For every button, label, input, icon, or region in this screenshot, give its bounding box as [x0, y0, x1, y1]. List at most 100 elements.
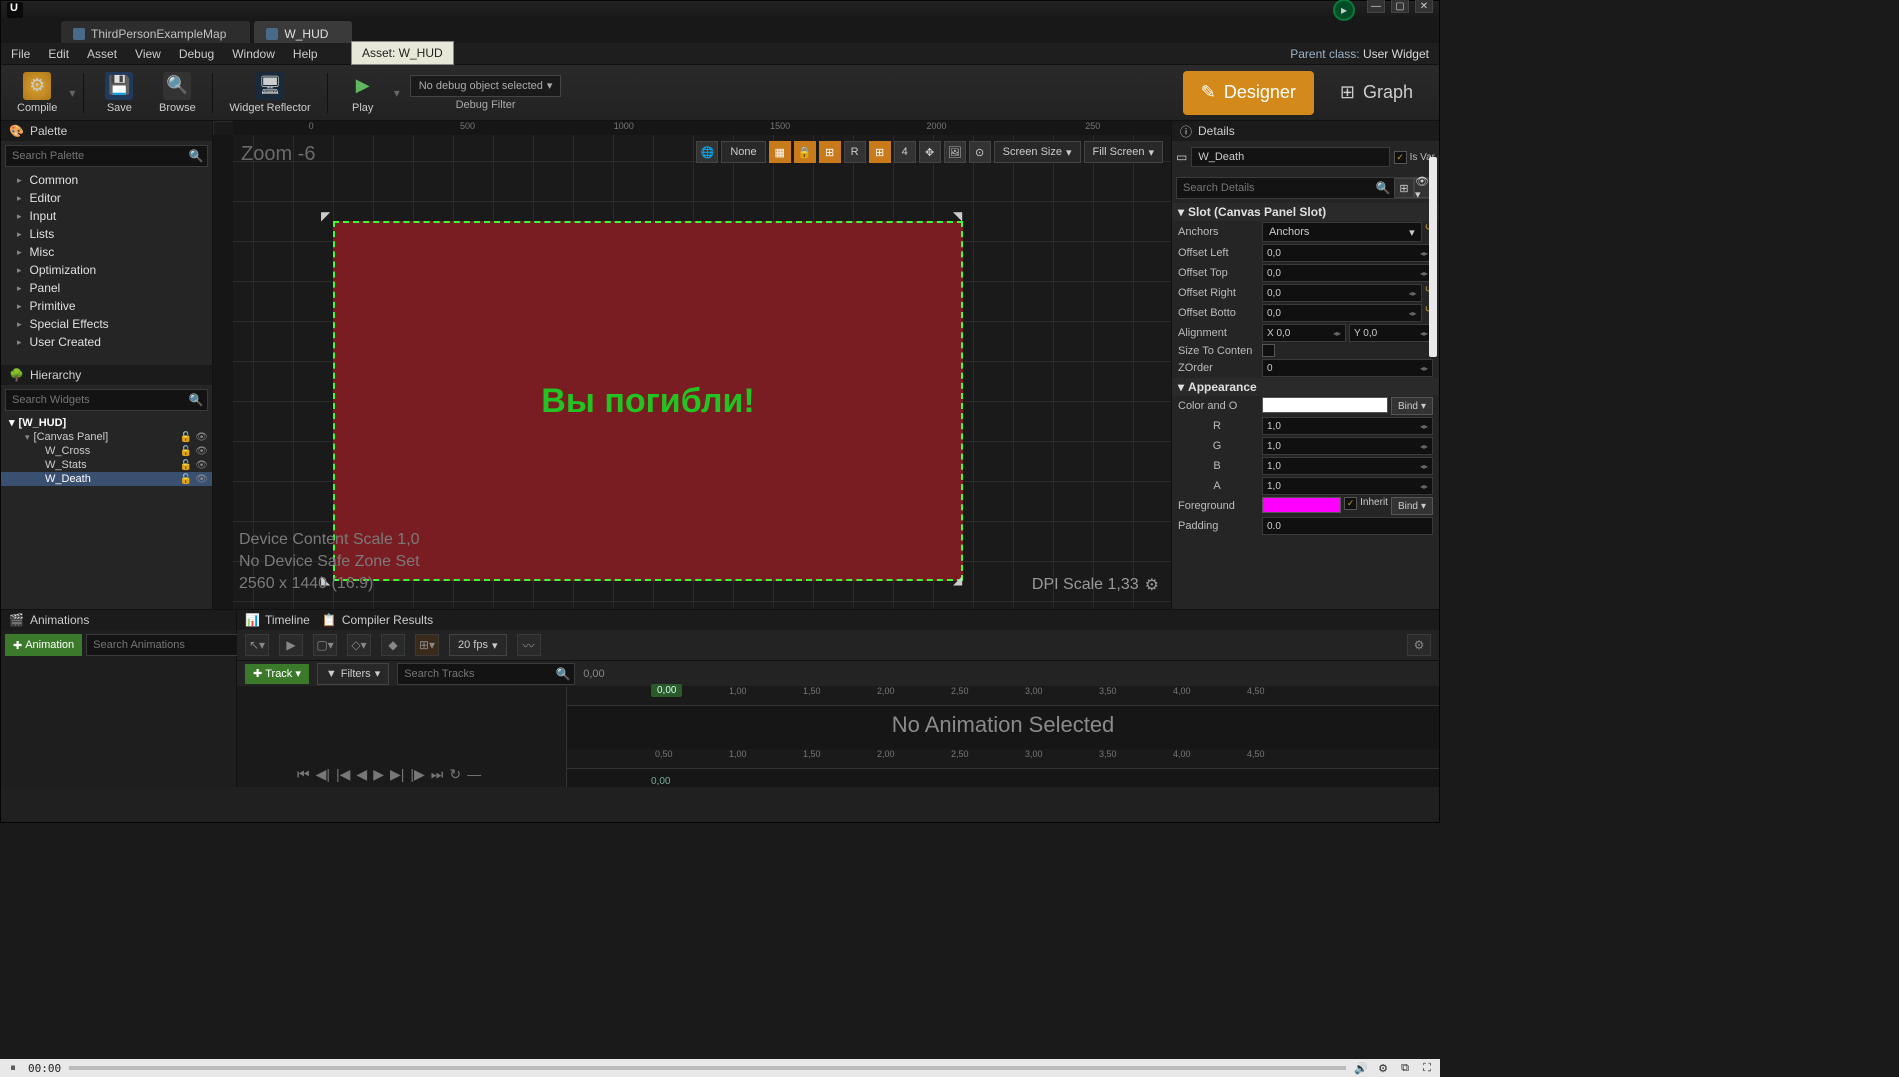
palette-category[interactable]: Special Effects [1, 315, 212, 333]
none-combo[interactable]: None [721, 141, 765, 163]
volume-icon[interactable]: 🔊 [1354, 1061, 1368, 1075]
grid-toggle[interactable]: ⊞ [869, 141, 891, 163]
palette-category[interactable]: Input [1, 207, 212, 225]
loop-icon[interactable]: ↻ [449, 766, 461, 783]
palette-category[interactable]: Lists [1, 225, 212, 243]
widget-reflector-button[interactable]: 🖥Widget Reflector [221, 70, 318, 116]
palette-category[interactable]: Optimization [1, 261, 212, 279]
widget-name-field[interactable] [1191, 147, 1389, 167]
zoom-button[interactable]: ⊙ [969, 141, 991, 163]
viewport[interactable]: 0500100015002000250 Zoom -6 🌐 None ▦ 🔒 ⊞… [213, 121, 1171, 609]
eye-icon[interactable]: 👁 [195, 460, 208, 471]
menu-window[interactable]: Window [232, 47, 275, 61]
appearance-section[interactable]: ▾ Appearance [1172, 378, 1439, 396]
close-button[interactable]: ✕ [1415, 0, 1433, 13]
debug-object-combo[interactable]: No debug object selected▾ [410, 75, 562, 97]
minimize-button[interactable]: — [1367, 0, 1385, 13]
cursor-mode-button[interactable]: ↖▾ [245, 634, 269, 656]
compiler-results-tab[interactable]: 📋Compiler Results [322, 613, 433, 627]
tab-widget[interactable]: W_HUD [254, 21, 352, 43]
fullscreen-icon[interactable]: ⛶ [1420, 1061, 1434, 1075]
padding-input[interactable]: 0.0 [1262, 517, 1433, 535]
next-key-icon[interactable]: ▶| [390, 766, 404, 783]
hierarchy-root[interactable]: ▾[W_HUD] [1, 415, 212, 430]
eye-icon[interactable]: 👁 [195, 432, 208, 443]
curve-button[interactable]: 〰 [517, 634, 541, 656]
menu-file[interactable]: File [11, 47, 30, 61]
hierarchy-search[interactable]: 🔍 [5, 389, 208, 411]
r-button[interactable]: R [844, 141, 866, 163]
browse-button[interactable]: 🔍Browse [150, 70, 204, 116]
color-g-input[interactable]: 1,0◂▸ [1262, 437, 1433, 455]
menu-view[interactable]: View [135, 47, 161, 61]
settings-icon[interactable]: ⚙ [1376, 1061, 1390, 1075]
goto-end-icon[interactable]: ⏭ [431, 766, 444, 783]
prev-key-icon[interactable]: |◀ [336, 766, 350, 783]
hierarchy-item[interactable]: W_Stats🔓👁 [1, 458, 212, 472]
alignment-x-input[interactable]: X 0,0◂▸ [1262, 324, 1346, 342]
details-view-options[interactable]: ⊞ [1394, 178, 1414, 198]
bind-button[interactable]: Bind▾ [1391, 497, 1433, 515]
anchor-top-left[interactable]: ◤ [321, 209, 347, 235]
fill-screen-combo[interactable]: Fill Screen▾ [1084, 141, 1164, 163]
pip-icon[interactable]: ⧉ [1398, 1061, 1412, 1075]
offset-left-input[interactable]: 0,0◂▸ [1262, 244, 1433, 262]
tab-level[interactable]: ThirdPersonExampleMap [61, 21, 250, 43]
outline-toggle[interactable]: ▦ [769, 141, 791, 163]
menu-debug[interactable]: Debug [179, 47, 214, 61]
screen-size-combo[interactable]: Screen Size▾ [994, 141, 1081, 163]
goto-start-icon[interactable]: ⏮ [297, 766, 310, 783]
image-button[interactable]: 🖼 [944, 141, 966, 163]
canvas-widget[interactable]: Вы погибли! [333, 221, 963, 581]
step-forward-icon[interactable]: |▶ [410, 766, 424, 783]
filters-combo[interactable]: ▼ Filters ▾ [317, 663, 389, 685]
transport-controls[interactable]: ⏮ ◀| |◀ ◀ ▶ ▶| |▶ ⏭ ↻ — [297, 766, 481, 783]
hierarchy-item[interactable]: ▾[Canvas Panel]🔓👁 [1, 430, 212, 444]
key-all-button[interactable]: ◆ [381, 634, 405, 656]
menu-asset[interactable]: Asset [87, 47, 117, 61]
gear-icon[interactable]: ⚙ [1145, 575, 1159, 595]
lock-toggle[interactable]: 🔒 [794, 141, 816, 163]
color-a-input[interactable]: 1,0◂▸ [1262, 477, 1433, 495]
alignment-y-input[interactable]: Y 0,0◂▸ [1349, 324, 1433, 342]
grid-snap-value[interactable]: 4 [894, 141, 916, 163]
add-track-button[interactable]: ✚ Track ▾ [245, 664, 309, 684]
eye-icon[interactable]: 👁 [195, 474, 208, 485]
lock-icon[interactable]: 🔓 [180, 460, 192, 471]
timeline-tab[interactable]: 📊Timeline [245, 613, 310, 627]
graph-mode-button[interactable]: ⊞Graph [1322, 71, 1431, 115]
palette-scrollbar[interactable] [1429, 157, 1437, 357]
details-search[interactable]: 🔍⊞👁▾ [1176, 177, 1435, 199]
palette-search[interactable]: 🔍 [5, 145, 208, 167]
stop-anim-button[interactable]: ▢▾ [313, 634, 337, 656]
color-b-input[interactable]: 1,0◂▸ [1262, 457, 1433, 475]
timeline-ruler-bottom[interactable]: 0,501,001,502,002,503,003,504,004,50 [567, 749, 1439, 769]
anchor-top-right[interactable]: ◥ [953, 209, 979, 235]
size-to-content-checkbox[interactable] [1262, 344, 1275, 357]
layout-toggle[interactable]: ⊞ [819, 141, 841, 163]
key-button[interactable]: ◇▾ [347, 634, 371, 656]
palette-category[interactable]: Editor [1, 189, 212, 207]
loc-preview-button[interactable]: ✥ [919, 141, 941, 163]
anchor-bottom-right[interactable]: ◢ [953, 573, 979, 599]
play-reverse-icon[interactable]: ◀ [356, 766, 367, 783]
maximize-button[interactable]: ▢ [1391, 0, 1409, 13]
lock-icon[interactable]: 🔓 [180, 474, 192, 485]
settings-button[interactable]: ⚙ [1407, 634, 1431, 656]
palette-category[interactable]: Misc [1, 243, 212, 261]
compile-button[interactable]: ⚙Compile [9, 70, 65, 116]
slot-section[interactable]: ▾ Slot (Canvas Panel Slot) [1172, 203, 1439, 221]
palette-category[interactable]: Primitive [1, 297, 212, 315]
save-button[interactable]: 💾Save [92, 70, 146, 116]
zorder-input[interactable]: 0◂▸ [1262, 359, 1433, 377]
snap-button[interactable]: ⊞▾ [415, 634, 439, 656]
bind-button[interactable]: Bind▾ [1391, 397, 1433, 415]
foreground-swatch[interactable] [1262, 497, 1341, 513]
palette-category[interactable]: User Created [1, 333, 212, 351]
offset-bottom-input[interactable]: 0,0◂▸ [1262, 304, 1422, 322]
lock-icon[interactable]: 🔓 [180, 446, 192, 457]
source-control-badge[interactable]: ▸ [1333, 0, 1355, 21]
pause-icon[interactable]: ⏸ [6, 1061, 20, 1075]
add-animation-button[interactable]: ✚ Animation [5, 634, 82, 656]
menu-help[interactable]: Help [293, 47, 318, 61]
